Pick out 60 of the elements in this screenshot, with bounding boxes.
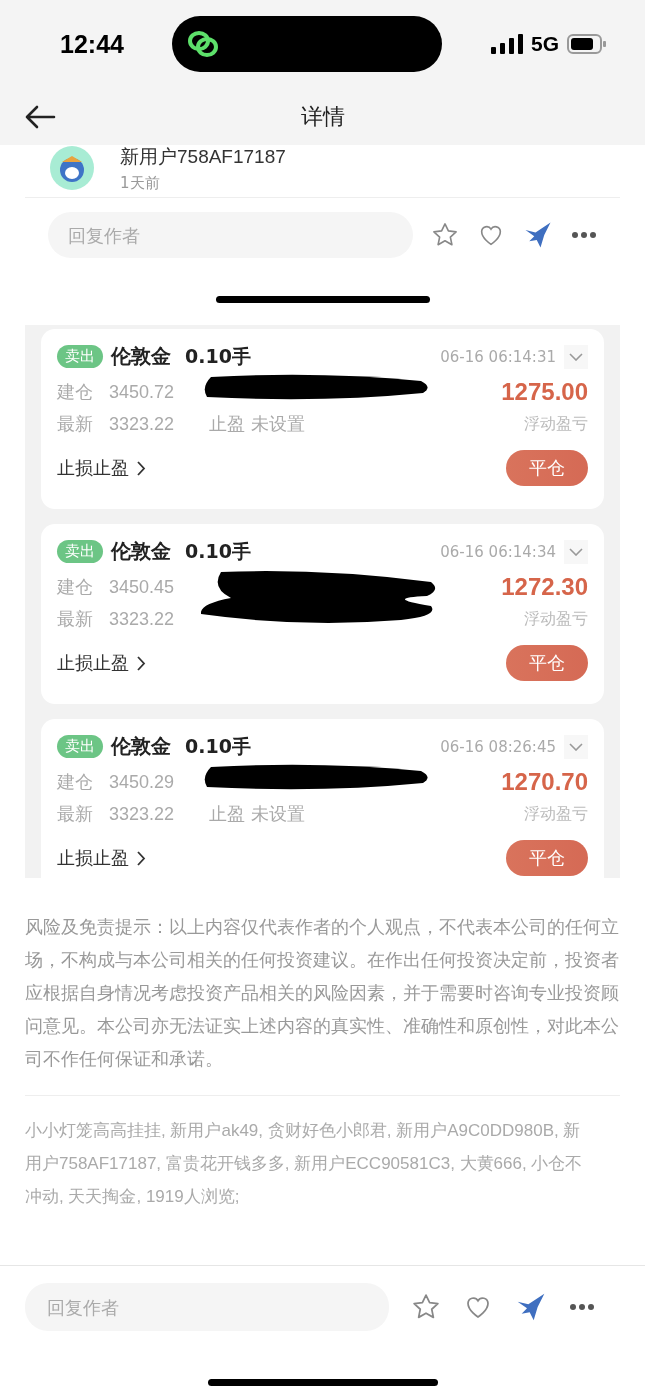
more-icon[interactable] [571, 231, 597, 239]
chevron-icon [569, 742, 583, 751]
expand-button[interactable] [564, 539, 588, 564]
chevron-right-icon [137, 850, 146, 866]
latest-price: 3323.22 [109, 803, 176, 825]
latest-label: 最新 [57, 802, 94, 826]
author-name[interactable]: 新用户758AF17187 [120, 143, 286, 170]
lot-size: 0.10手 [185, 343, 251, 369]
link-icon [186, 29, 221, 59]
network-label: 5G [531, 32, 559, 56]
profit-value: 1275.00 [501, 378, 588, 406]
open-label: 建仓 [57, 575, 94, 599]
profit-label: 浮动盈亏 [524, 608, 588, 630]
open-time: 06-16 06:14:31 [440, 347, 556, 366]
expand-button[interactable] [564, 344, 588, 369]
latest-price: 3323.22 [109, 413, 176, 435]
open-label: 建仓 [57, 380, 94, 404]
reply-field[interactable]: 回复作者 [25, 1283, 389, 1331]
instrument-name: 伦敦金 [111, 538, 171, 565]
disclaimer-text: 风险及免责提示：以上内容仅代表作者的个人观点，不代表本公司的任何立场，不构成与本公司相关的任何投资建议。在作出任何投资决定前，投资者应根据自身情况考虑投资产品相关的风险因素，并于需要时咨询专业投资顾问意见。本公司亦无法证实上述内容的真实性、准确性和原创性，对此本公司不作任何保证和承诺。 [24, 915, 620, 1071]
lot-size: 0.10手 [185, 538, 251, 564]
stop-loss-link[interactable]: 止损止盈 [57, 456, 146, 480]
side-tag: 卖出 [57, 735, 103, 758]
side-tag: 卖出 [57, 540, 103, 563]
latest-label: 最新 [57, 412, 94, 436]
status-time: 12:44 [60, 29, 124, 59]
take-profit-text: 止盈 未设置 [209, 412, 306, 436]
lot-size: 0.10手 [185, 733, 251, 759]
page-title: 详情 [300, 102, 345, 131]
take-profit-text: 止盈 未设置 [209, 802, 306, 826]
profit-value: 1272.30 [501, 573, 588, 601]
instrument-name: 伦敦金 [111, 733, 171, 760]
side-tag: 卖出 [57, 345, 103, 368]
open-label: 建仓 [57, 770, 94, 794]
stop-loss-link[interactable]: 止损止盈 [57, 651, 146, 675]
post-time: 1天前 [120, 173, 161, 193]
chevron-right-icon [137, 655, 146, 671]
profit-value: 1270.70 [501, 768, 588, 796]
more-icon[interactable] [569, 1303, 595, 1311]
stop-loss-link[interactable]: 止损止盈 [57, 846, 146, 870]
chevron-icon [569, 547, 583, 556]
back-icon[interactable] [24, 104, 56, 129]
open-price: 3450.72 [109, 381, 176, 403]
chevron-right-icon [137, 460, 146, 476]
profit-label: 浮动盈亏 [524, 413, 588, 435]
open-time: 06-16 06:14:34 [440, 542, 556, 561]
chevron-icon [569, 352, 583, 361]
signal-icon [491, 34, 523, 54]
open-time: 06-16 08:26:45 [440, 737, 556, 756]
latest-label: 最新 [57, 607, 94, 631]
latest-price: 3323.22 [109, 608, 176, 630]
open-price: 3450.29 [109, 771, 176, 793]
battery-icon [567, 34, 607, 54]
profit-label: 浮动盈亏 [524, 803, 588, 825]
viewer-list: 小小灯笼高高挂挂, 新用户ak49, 贪财好色小郎君, 新用户A9C0DD980B, 新用户758AF17187, 富贵花开钱多多, 新用户ECC90581C3, 大黄666, 小仓不冲动, 天天掏金, 1919人浏览; [0, 1096, 645, 1213]
reply-field[interactable]: 回复作者 [48, 212, 413, 258]
mascot-icon [57, 153, 87, 183]
instrument-name: 伦敦金 [111, 343, 171, 370]
open-price: 3450.45 [109, 576, 176, 598]
expand-button[interactable] [564, 734, 588, 759]
